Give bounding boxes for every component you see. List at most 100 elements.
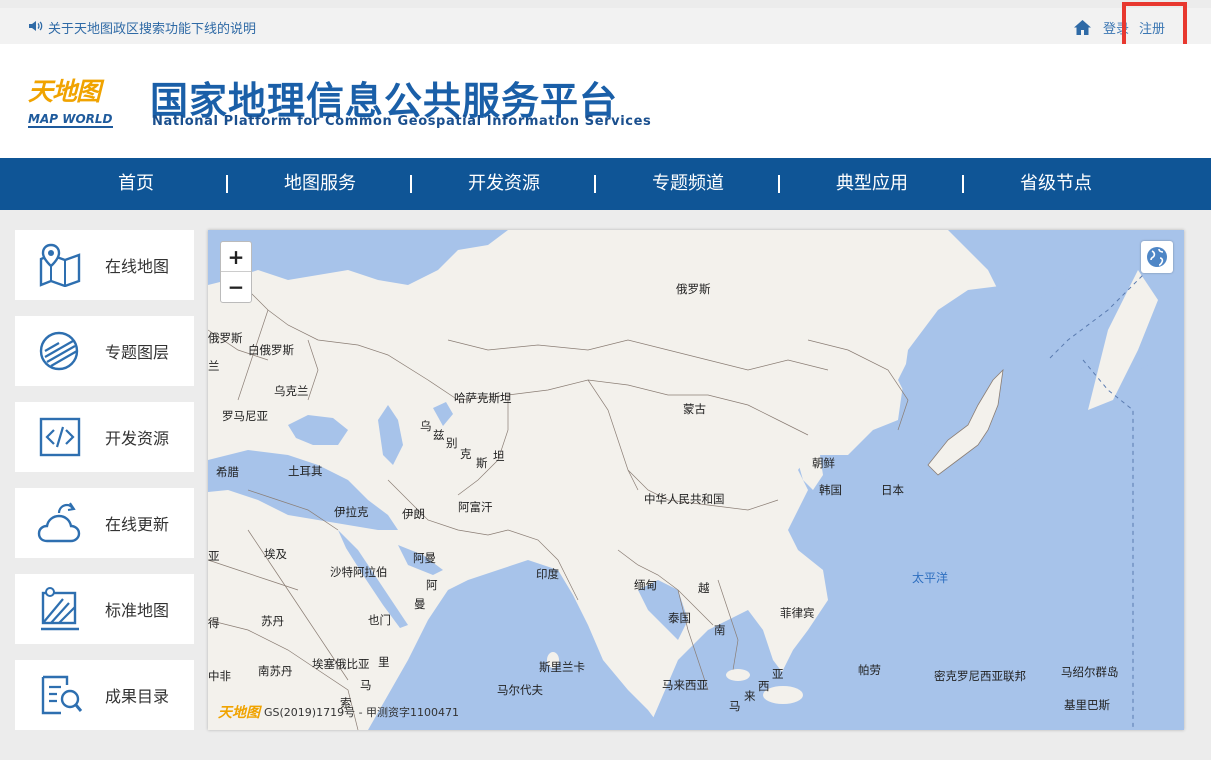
map-label-uzbek-1: 乌 — [420, 419, 432, 433]
map-pin-icon — [39, 243, 81, 287]
sidebar-item-dev-resources[interactable]: 开发资源 — [15, 402, 194, 472]
map-label-india: 印度 — [536, 567, 559, 581]
map-label-philippines: 菲律宾 — [780, 606, 815, 620]
map-label-ukraine: 乌克兰 — [274, 384, 309, 398]
sidebar-item-online-update[interactable]: 在线更新 — [15, 488, 194, 558]
map-label-china: 中华人民共和国 — [644, 492, 725, 506]
map-label-myanmar: 缅甸 — [634, 578, 657, 592]
logo-en: MAP WORLD — [28, 112, 113, 128]
map-label-somalia: 里 — [378, 655, 390, 669]
map-label-oman: 阿曼 — [413, 551, 436, 565]
speaker-icon — [28, 20, 44, 35]
cloud-icon — [37, 502, 81, 543]
map-label-afghanistan: 阿富汗 — [458, 500, 493, 514]
map-label-sudan: 苏丹 — [261, 614, 284, 628]
map-label-yemen: 也门 — [368, 613, 391, 627]
top-bar: 关于天地图政区搜索功能下线的说明 登录 注册 — [0, 8, 1211, 44]
map-label-asia-left: 亚 — [208, 549, 220, 563]
map-base-layer — [208, 230, 1184, 730]
map-label-iran: 伊朗 — [402, 507, 425, 521]
map-label-micronesia: 密克罗尼西亚联邦 — [934, 669, 1026, 683]
map-label-somalia-2: 马 — [360, 678, 372, 692]
sidebar-item-label: 在线地图 — [105, 257, 170, 276]
map-label-saudi: 沙特阿拉伯 — [330, 565, 388, 579]
notice-link[interactable]: 关于天地图政区搜索功能下线的说明 — [28, 18, 256, 37]
main-nav: 首页 地图服务 开发资源 专题频道 典型应用 省级节点 — [0, 158, 1211, 210]
copyright-logo: 天地图 — [218, 705, 260, 721]
catalog-icon — [41, 675, 83, 715]
map-view[interactable]: + − 俄罗斯 俄罗斯 白俄罗斯 兰 乌克兰 罗马尼亚 哈萨克斯坦 乌 兹 别 … — [208, 230, 1184, 730]
map-label-central-africa: 中非 — [208, 669, 231, 683]
map-label-uzbek-6: 坦 — [493, 449, 505, 463]
zoom-in-button[interactable]: + — [221, 242, 251, 272]
map-label-russia: 俄罗斯 — [676, 282, 711, 296]
map-label-greece: 希腊 — [216, 465, 239, 479]
globe-toggle-button[interactable] — [1141, 241, 1173, 273]
map-label-thailand: 泰国 — [668, 611, 691, 625]
map-label-kiribati: 基里巴斯 — [1064, 698, 1110, 712]
sidebar-item-online-map[interactable]: 在线地图 — [15, 230, 194, 300]
sidebar-item-thematic-layers[interactable]: 专题图层 — [15, 316, 194, 386]
map-label-mongolia: 蒙古 — [683, 402, 706, 416]
sidebar-item-label: 在线更新 — [105, 515, 170, 534]
map-label-kazakhstan: 哈萨克斯坦 — [454, 391, 512, 405]
sidebar: 在线地图 专题图层 开发资源 在线更新 标准地图 成果目录 — [15, 230, 194, 746]
map-label-ethiopia: 埃塞俄比亚 — [312, 657, 370, 671]
map-label-malaysia-3: 来 — [744, 689, 756, 703]
map-copyright: 天地图 GS(2019)1719号 - 甲测资字1100471 — [218, 702, 459, 722]
map-label-marshall: 马绍尔群岛 — [1061, 665, 1119, 679]
map-label-uzbek-2: 兹 — [433, 428, 445, 442]
map-label-palau: 帕劳 — [858, 663, 881, 677]
sidebar-item-catalog[interactable]: 成果目录 — [15, 660, 194, 730]
map-label-pacific: 太平洋 — [912, 571, 949, 585]
map-label-turkey: 土耳其 — [288, 464, 323, 478]
map-label-vietnam-2: 南 — [714, 623, 726, 637]
map-label-uzbek-3: 别 — [446, 436, 458, 450]
map-label-malaysia-4: 西 — [758, 679, 770, 693]
map-label-iraq: 伊拉克 — [334, 505, 369, 519]
map-label-maldives: 马尔代夫 — [497, 683, 543, 697]
map-label-chad: 得 — [208, 616, 220, 630]
copyright-text: GS(2019)1719号 - 甲测资字1100471 — [264, 706, 460, 719]
globe-icon — [1147, 247, 1167, 267]
map-label-malaysia: 马来西亚 — [662, 678, 708, 692]
nav-home[interactable]: 首页 — [44, 158, 228, 210]
zoom-control: + − — [220, 241, 252, 303]
sidebar-item-label: 成果目录 — [105, 687, 170, 706]
map-label-malaysia-5: 马 — [729, 699, 741, 713]
map-label-russia-west: 俄罗斯 — [208, 331, 243, 345]
sidebar-item-label: 开发资源 — [105, 429, 170, 448]
nav-dev-resources[interactable]: 开发资源 — [412, 158, 596, 210]
logo-cn: 天地图 — [28, 77, 101, 106]
layers-icon — [39, 331, 79, 371]
map-label-south-sudan: 南苏丹 — [258, 664, 293, 678]
code-icon — [39, 417, 81, 457]
map-label-oman-3: 曼 — [414, 597, 426, 611]
zoom-out-button[interactable]: − — [221, 272, 251, 302]
sidebar-item-label: 专题图层 — [105, 343, 170, 362]
nav-applications[interactable]: 典型应用 — [780, 158, 964, 210]
site-header: 天地图 MAP WORLD 国家地理信息公共服务平台 National Plat… — [0, 44, 1211, 158]
map-label-vietnam: 越 — [698, 581, 710, 595]
standard-map-icon — [41, 587, 79, 631]
nav-provincial-nodes[interactable]: 省级节点 — [964, 158, 1148, 210]
map-label-uzbek-5: 斯 — [476, 456, 488, 470]
map-label-romania: 罗马尼亚 — [222, 409, 268, 423]
map-label-egypt: 埃及 — [264, 547, 287, 561]
map-label-oman-2: 阿 — [426, 578, 438, 592]
nav-map-services[interactable]: 地图服务 — [228, 158, 412, 210]
sidebar-item-label: 标准地图 — [105, 601, 170, 620]
tianditu-logo[interactable]: 天地图 MAP WORLD — [28, 72, 120, 132]
home-icon[interactable] — [1074, 20, 1091, 35]
map-label-uzbek-4: 克 — [460, 447, 472, 461]
map-label-malaysia-2: 亚 — [772, 667, 784, 681]
map-label-japan: 日本 — [881, 483, 904, 497]
map-label-north-korea: 朝鲜 — [812, 456, 835, 470]
map-label-south-korea: 韩国 — [819, 483, 842, 497]
nav-topics[interactable]: 专题频道 — [596, 158, 780, 210]
map-label-poland: 兰 — [208, 359, 220, 373]
sidebar-item-standard-map[interactable]: 标准地图 — [15, 574, 194, 644]
map-label-belarus: 白俄罗斯 — [248, 343, 294, 357]
site-title-en: National Platform for Common Geospatial … — [152, 114, 652, 129]
map-label-sri-lanka: 斯里兰卡 — [539, 660, 585, 674]
